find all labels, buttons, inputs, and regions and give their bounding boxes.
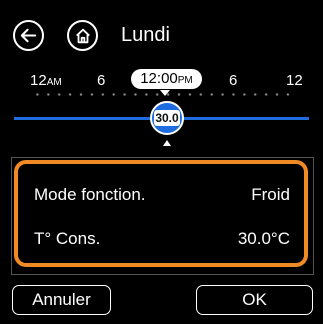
row-value: 30.0°C [237,229,290,248]
back-button[interactable] [13,20,44,51]
settings-panel: Mode fonction. Froid T° Cons. 30.0°C [14,160,308,267]
row-value: Froid [251,185,290,204]
row-mode-fonction[interactable]: Mode fonction. Froid [34,184,290,206]
row-label: Mode fonction. [34,185,146,204]
cancel-button[interactable]: Annuler [12,285,111,315]
tick-label-12pm: 12 [286,72,303,89]
slider-pointer-icon [163,140,171,146]
home-icon [75,28,90,43]
row-temperature-consigne[interactable]: T° Cons. 30.0°C [34,228,290,250]
tick-label-6pm: 6 [229,72,238,89]
tick-label-6am: 6 [97,72,106,89]
ok-button[interactable]: OK [196,285,313,315]
back-arrow-icon [20,28,37,43]
row-label: T° Cons. [34,229,101,248]
tick-label-12am: 12AM [30,72,62,89]
current-time-label: 12:00PM [131,69,202,89]
time-scale[interactable]: 12AM 6 12:00PM 6 12 30.0 [0,66,323,146]
home-button[interactable] [67,20,98,51]
time-dots [32,93,295,96]
slider-value: 30.0 [155,111,179,125]
page-title: Lundi [121,24,170,46]
